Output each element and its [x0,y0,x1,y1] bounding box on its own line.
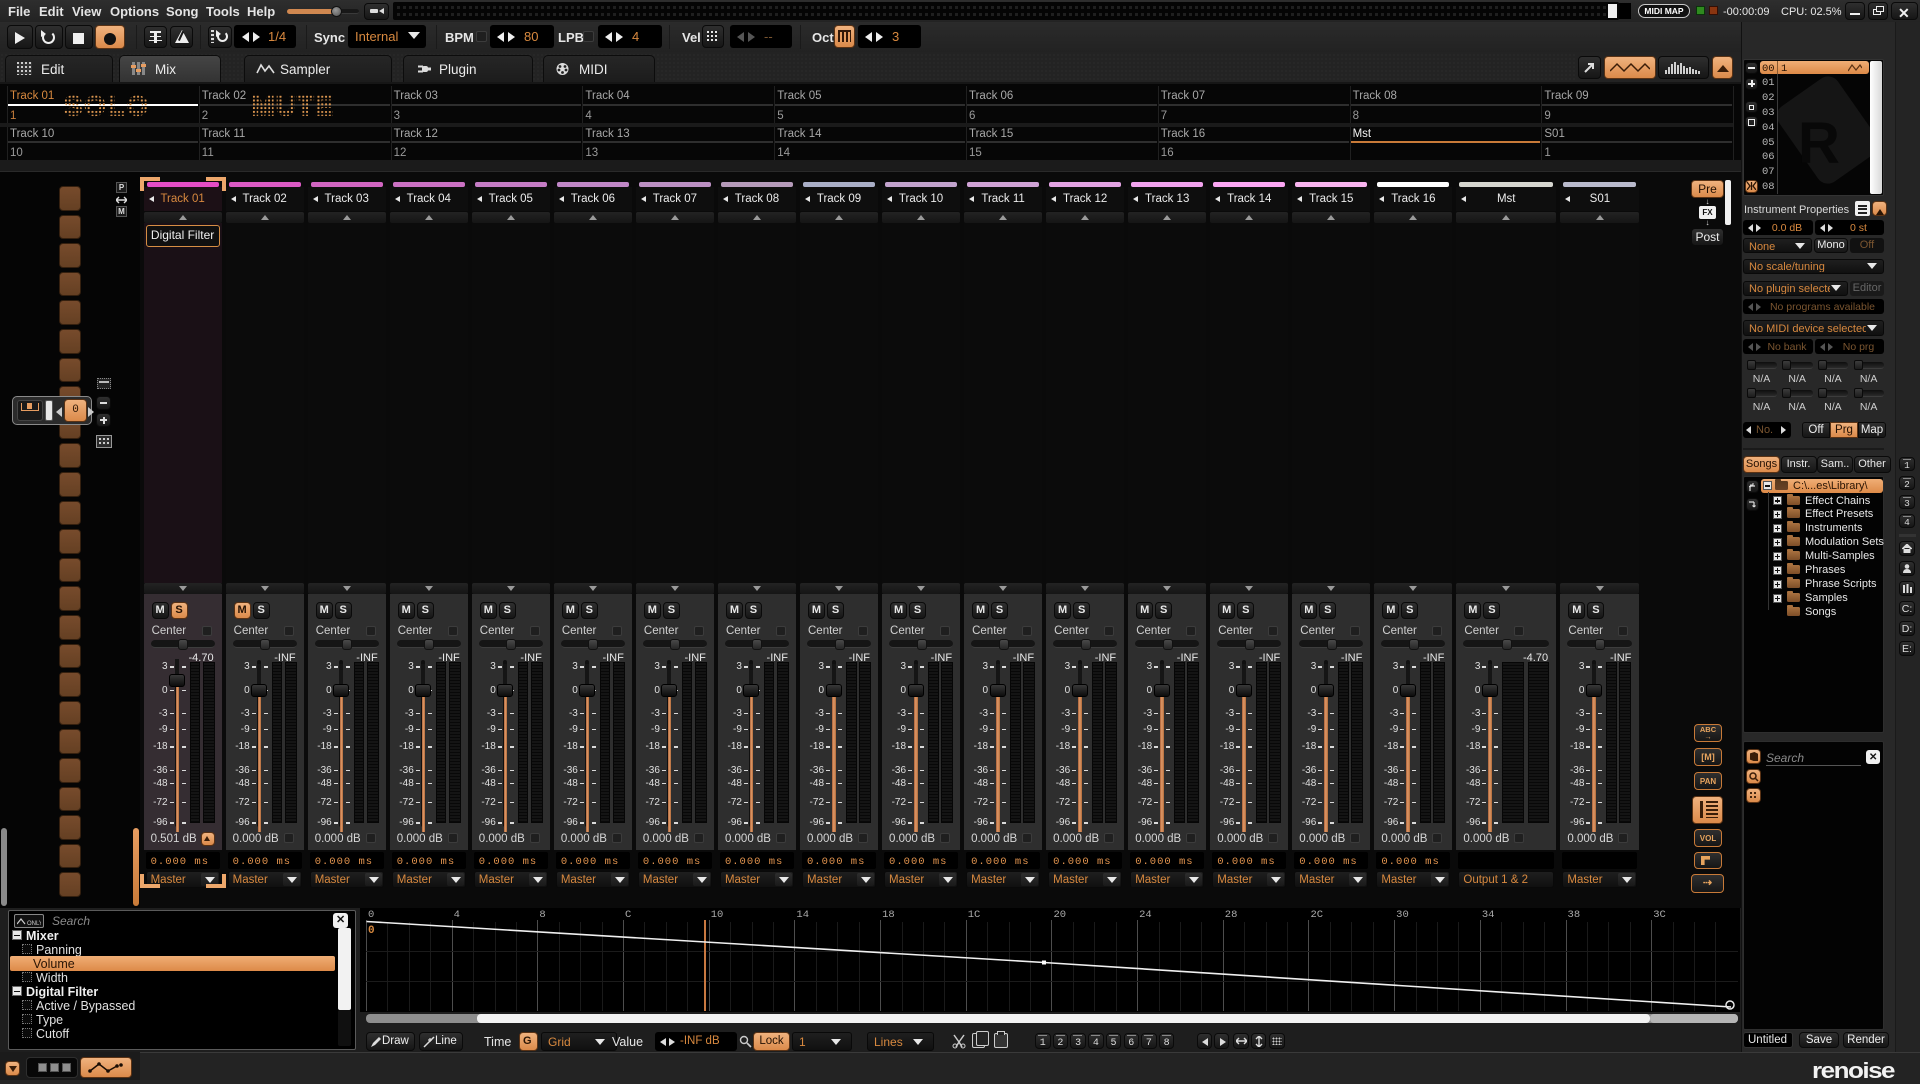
svg-text:ONLY: ONLY [27,921,41,926]
